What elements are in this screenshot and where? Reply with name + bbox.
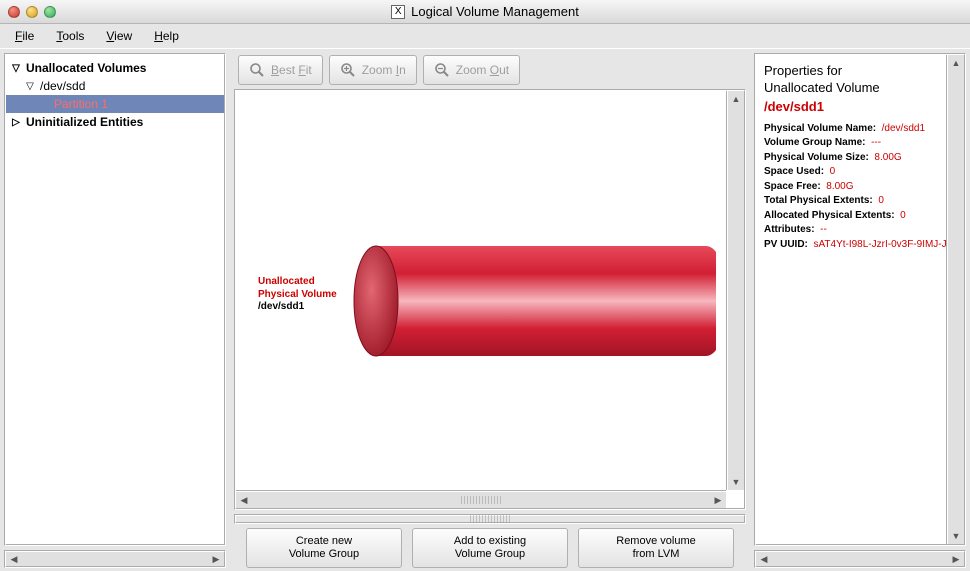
properties-horizontal-scrollbar[interactable]: ◀ ▶: [754, 550, 966, 568]
scroll-left-icon[interactable]: ◀: [236, 495, 252, 506]
menu-bar: File Tools View Help: [0, 24, 970, 48]
properties-header: Properties for Unallocated Volume: [764, 63, 964, 97]
window-title-text: Logical Volume Management: [411, 4, 579, 19]
minimize-window-button[interactable]: [26, 6, 38, 18]
menu-view[interactable]: View: [97, 26, 141, 46]
volume-tree: ▽ Unallocated Volumes ▽ /dev/sdd Partiti…: [4, 53, 226, 546]
create-volume-group-button[interactable]: Create newVolume Group: [246, 528, 402, 568]
scroll-left-icon[interactable]: ◀: [6, 552, 22, 566]
window-controls: [8, 6, 56, 18]
tree-label: /dev/sdd: [40, 79, 85, 93]
prop-attributes: Attributes: --: [764, 223, 964, 238]
scroll-right-icon[interactable]: ▶: [208, 552, 224, 566]
canvas-horizontal-scrollbar[interactable]: ◀ ▶: [236, 490, 726, 508]
properties-vertical-scrollbar[interactable]: ▲ ▼: [946, 55, 964, 544]
zoom-out-button[interactable]: Zoom Out: [423, 55, 520, 85]
prop-vg-name: Volume Group Name: ---: [764, 136, 964, 151]
magnifier-icon: [249, 62, 265, 78]
scroll-right-icon[interactable]: ▶: [710, 495, 726, 506]
tree-node-partition[interactable]: Partition 1: [6, 95, 224, 113]
tree-node-unallocated-volumes[interactable]: ▽ Unallocated Volumes: [6, 59, 224, 77]
scroll-up-icon[interactable]: ▲: [728, 91, 744, 107]
maximize-window-button[interactable]: [44, 6, 56, 18]
scroll-left-icon[interactable]: ◀: [756, 552, 772, 566]
magnifier-minus-icon: [434, 62, 450, 78]
prop-pv-name: Physical Volume Name: /dev/sdd1: [764, 122, 964, 137]
close-window-button[interactable]: [8, 6, 20, 18]
zoom-in-button[interactable]: Zoom In: [329, 55, 417, 85]
action-button-row: Create newVolume Group Add to existingVo…: [234, 528, 746, 568]
scroll-down-icon[interactable]: ▼: [948, 528, 964, 544]
sidebar: ▽ Unallocated Volumes ▽ /dev/sdd Partiti…: [0, 49, 230, 571]
prop-total-extents: Total Physical Extents: 0: [764, 194, 964, 209]
add-to-volume-group-button[interactable]: Add to existingVolume Group: [412, 528, 568, 568]
tree-label: Partition 1: [54, 97, 108, 111]
chevron-down-icon: ▽: [24, 81, 36, 92]
remove-from-lvm-button[interactable]: Remove volumefrom LVM: [578, 528, 734, 568]
menu-file[interactable]: File: [6, 26, 43, 46]
properties-pane: Properties for Unallocated Volume /dev/s…: [750, 49, 970, 571]
sidebar-horizontal-scrollbar[interactable]: ◀ ▶: [4, 550, 226, 568]
prop-space-free: Space Free: 8.00G: [764, 180, 964, 195]
x11-icon: X: [391, 5, 405, 19]
tree-node-device[interactable]: ▽ /dev/sdd: [6, 77, 224, 95]
tree-label: Uninitialized Entities: [26, 115, 143, 129]
canvas-vertical-scrollbar[interactable]: ▲ ▼: [726, 91, 744, 490]
tree-node-uninitialized-entities[interactable]: ▷ Uninitialized Entities: [6, 113, 224, 131]
best-fit-button[interactable]: Best Fit: [238, 55, 323, 85]
prop-pv-uuid: PV UUID: sAT4Yt-I98L-JzrI-0v3F-9IMJ-J09t…: [764, 238, 964, 253]
volume-cylinder-graphic: [246, 91, 716, 490]
menu-tools[interactable]: Tools: [47, 26, 93, 46]
volume-canvas: Unallocated Physical Volume /dev/sdd1: [234, 89, 746, 510]
zoom-toolbar: Best Fit Zoom In Zoom Out: [238, 55, 746, 85]
window-titlebar: X Logical Volume Management: [0, 0, 970, 24]
scroll-up-icon[interactable]: ▲: [948, 55, 964, 71]
properties-device-path: /dev/sdd1: [764, 99, 964, 114]
prop-pv-size: Physical Volume Size: 8.00G: [764, 151, 964, 166]
scroll-right-icon[interactable]: ▶: [948, 552, 964, 566]
prop-space-used: Space Used: 0: [764, 165, 964, 180]
pane-resize-handle[interactable]: [234, 514, 746, 524]
prop-allocated-extents: Allocated Physical Extents: 0: [764, 209, 964, 224]
chevron-down-icon: ▽: [10, 63, 22, 74]
window-title: X Logical Volume Management: [0, 4, 970, 19]
menu-help[interactable]: Help: [145, 26, 188, 46]
tree-label: Unallocated Volumes: [26, 61, 146, 75]
magnifier-plus-icon: [340, 62, 356, 78]
chevron-right-icon: ▷: [10, 117, 22, 128]
scroll-down-icon[interactable]: ▼: [728, 474, 744, 490]
main-pane: Best Fit Zoom In Zoom Out Unallocated Ph…: [230, 49, 750, 571]
